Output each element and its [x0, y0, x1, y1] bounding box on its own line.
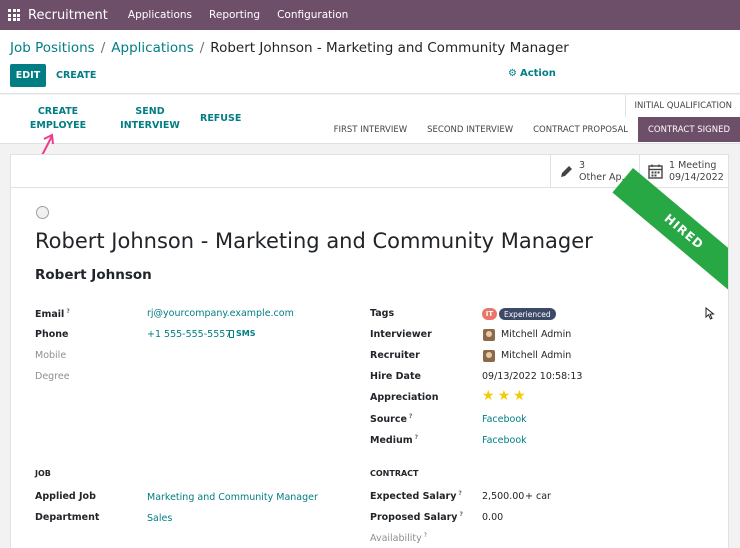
stat-count: 1 Meeting [669, 159, 717, 171]
department-value[interactable]: Sales [147, 513, 172, 524]
expected-salary-value: 2,500.00 [482, 491, 525, 502]
applied-job-value[interactable]: Marketing and Community Manager [147, 492, 318, 503]
priority-toggle[interactable] [36, 206, 49, 219]
hire-date-value: 09/13/2022 10:58:13 [482, 371, 583, 382]
stat-label: 09/14/2022 [669, 171, 724, 183]
applicant-title: Robert Johnson - Marketing and Community… [35, 229, 593, 253]
help-icon[interactable]: ? [415, 434, 418, 441]
proposed-salary-label: Proposed Salary? [370, 511, 463, 523]
help-icon[interactable]: ? [409, 413, 412, 420]
recruiter-value[interactable]: Mitchell Admin [501, 350, 571, 361]
top-navbar: Recruitment Applications Reporting Confi… [0, 0, 740, 30]
action-menu[interactable]: ⚙ Action [508, 68, 556, 79]
avatar [483, 329, 495, 341]
tag-it[interactable]: IT [482, 308, 497, 320]
phone-label: Phone [35, 329, 69, 340]
stage-second-interview[interactable]: SECOND INTERVIEW [417, 117, 523, 142]
star-icon[interactable]: ★ [513, 388, 529, 404]
stage-initial-qualification[interactable]: INITIAL QUALIFICATION [625, 95, 740, 117]
mobile-label: Mobile [35, 350, 67, 361]
breadcrumb-applications[interactable]: Applications [111, 40, 193, 56]
help-icon[interactable]: ? [66, 308, 69, 315]
menu-reporting[interactable]: Reporting [209, 9, 260, 21]
help-icon[interactable]: ? [458, 490, 461, 497]
email-label: Email? [35, 308, 70, 320]
create-button[interactable]: CREATE [56, 64, 96, 87]
stage-contract-signed[interactable]: CONTRACT SIGNED [638, 117, 740, 142]
appreciation-label: Appreciation [370, 392, 439, 403]
breadcrumb-separator: / [199, 40, 205, 56]
app-brand[interactable]: Recruitment [28, 8, 108, 23]
interviewer-label: Interviewer [370, 329, 432, 340]
label-text: Source [370, 414, 407, 426]
label-text: Medium [370, 435, 413, 447]
appreciation-stars[interactable]: ★★★ [482, 388, 529, 404]
breadcrumb-current: Robert Johnson - Marketing and Community… [210, 40, 569, 56]
button-line: SEND [135, 106, 165, 117]
degree-label: Degree [35, 371, 70, 382]
calendar-icon [648, 164, 663, 179]
stat-count: 3 [579, 159, 586, 171]
stage-first-interview[interactable]: FIRST INTERVIEW [324, 117, 418, 142]
mobile-icon [229, 329, 234, 338]
medium-value[interactable]: Facebook [482, 435, 527, 446]
job-section-heading: JOB [35, 469, 51, 478]
refuse-button[interactable]: REFUSE [200, 112, 241, 126]
apps-grid-icon[interactable] [8, 9, 20, 21]
star-icon[interactable]: ★ [482, 388, 498, 404]
expected-salary-extra: + car [525, 491, 551, 502]
menu-configuration[interactable]: Configuration [277, 9, 348, 21]
mouse-cursor-icon [705, 307, 715, 320]
tag-experienced[interactable]: Experienced [499, 308, 556, 320]
top-menu: Applications Reporting Configuration [128, 9, 348, 21]
avatar [483, 350, 495, 362]
help-icon[interactable]: ? [460, 511, 463, 518]
applied-job-label: Applied Job [35, 491, 96, 502]
source-value[interactable]: Facebook [482, 414, 527, 425]
medium-label: Medium? [370, 434, 418, 446]
expected-salary-label: Expected Salary? [370, 490, 462, 502]
control-panel: Job Positions / Applications / Robert Johnso… [0, 30, 740, 94]
interviewer-value[interactable]: Mitchell Admin [501, 329, 571, 340]
contract-section-heading: CONTRACT [370, 469, 419, 478]
star-icon[interactable]: ★ [498, 388, 514, 404]
form-sheet: 3 Other Ap... 1 Meeting 09/14/2022 HIRED… [10, 154, 729, 548]
pencil-icon [561, 165, 572, 177]
recruiter-label: Recruiter [370, 350, 420, 361]
label-text: Availability [370, 533, 422, 545]
sms-button[interactable]: SMS [229, 329, 255, 338]
sms-label: SMS [236, 329, 256, 338]
label-text: Proposed Salary [370, 512, 458, 524]
tags-label: Tags [370, 308, 395, 319]
email-value[interactable]: rj@yourcompany.example.com [147, 308, 294, 319]
hire-date-label: Hire Date [370, 371, 421, 382]
form-statusbar: CREATE EMPLOYEE SEND INTERVIEW REFUSE IN… [0, 95, 740, 144]
meetings-button[interactable]: 1 Meeting 09/14/2022 [639, 155, 728, 188]
gear-icon: ⚙ [508, 68, 517, 79]
stat-text: 1 Meeting 09/14/2022 [669, 160, 724, 184]
button-line: INTERVIEW [120, 120, 180, 131]
button-line: CREATE [37, 106, 79, 117]
availability-label: Availability? [370, 532, 427, 544]
help-icon[interactable]: ? [424, 532, 427, 539]
stage-contract-proposal[interactable]: CONTRACT PROPOSAL [523, 117, 638, 142]
send-interview-button[interactable]: SEND INTERVIEW [120, 105, 180, 133]
breadcrumb-job-positions[interactable]: Job Positions [10, 40, 95, 56]
breadcrumb-separator: / [100, 40, 106, 56]
source-label: Source? [370, 413, 412, 425]
menu-applications[interactable]: Applications [128, 9, 192, 21]
phone-value[interactable]: +1 555-555-5557 [147, 329, 231, 340]
create-employee-button[interactable]: CREATE EMPLOYEE [27, 105, 89, 133]
stage-pipeline: FIRST INTERVIEW SECOND INTERVIEW CONTRAC… [324, 117, 740, 142]
proposed-salary-value: 0.00 [482, 512, 504, 523]
label-text: Email [35, 309, 65, 321]
department-label: Department [35, 512, 100, 523]
breadcrumb: Job Positions / Applications / Robert Johnso… [10, 40, 569, 56]
edit-button[interactable]: EDIT [10, 64, 46, 87]
applicant-name: Robert Johnson [35, 267, 152, 283]
action-label: Action [519, 68, 556, 79]
label-text: Expected Salary [370, 491, 457, 503]
